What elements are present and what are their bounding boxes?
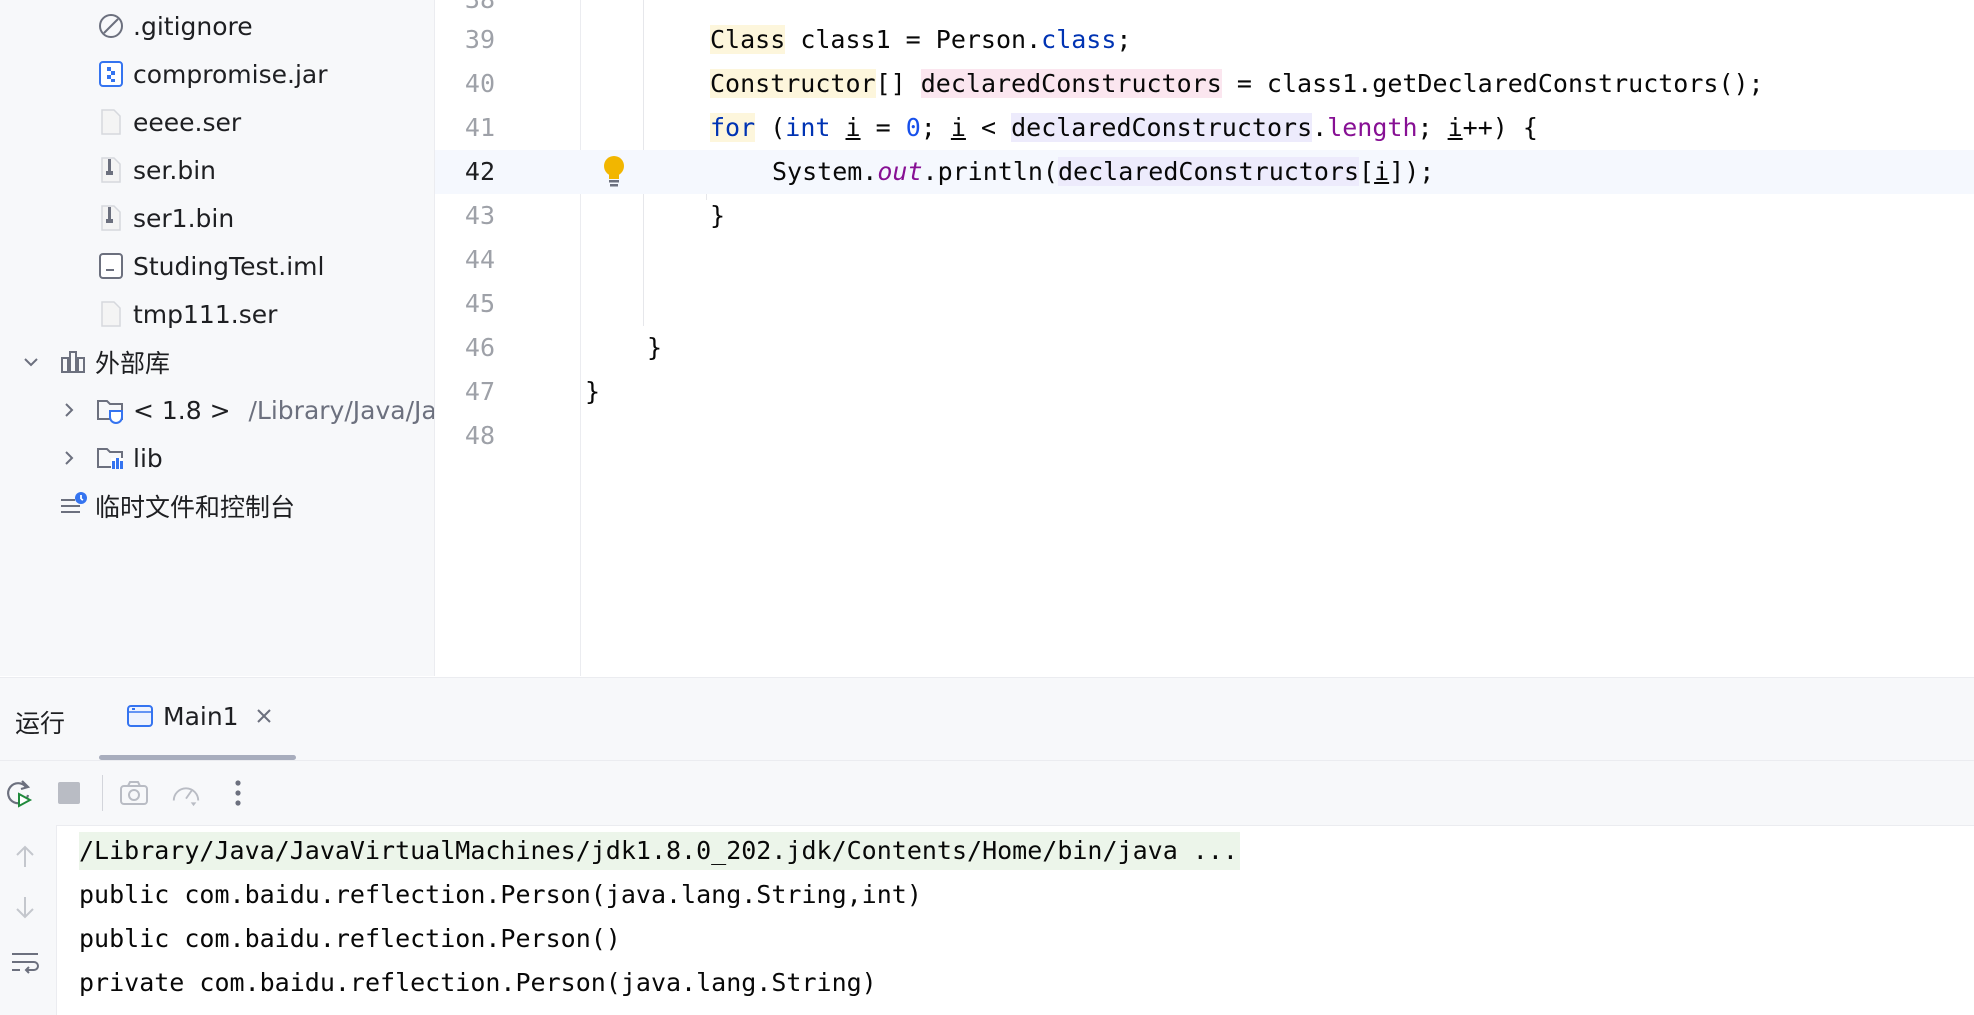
tree-item-compromise-jar[interactable]: compromise.jar bbox=[0, 50, 434, 98]
console-output-line: private com.baidu.reflection.Person(java… bbox=[79, 968, 877, 997]
chevron-down-icon[interactable] bbox=[20, 351, 42, 373]
chevron-right-icon[interactable] bbox=[58, 447, 80, 469]
rerun-icon[interactable] bbox=[2, 777, 34, 809]
tree-item-ser-bin[interactable]: ser.bin bbox=[0, 146, 434, 194]
run-toolbar bbox=[0, 760, 1974, 826]
tree-item-label: lib bbox=[133, 443, 163, 473]
line-number: 45 bbox=[464, 289, 495, 318]
jar-file-icon bbox=[96, 59, 126, 89]
code-line-current: 42 System.out.println(declaredConstructo… bbox=[435, 150, 1974, 194]
code-line: 43 } bbox=[435, 194, 1974, 238]
tree-item-ser1-bin[interactable]: ser1.bin bbox=[0, 194, 434, 242]
application-window-icon bbox=[126, 702, 154, 734]
tree-item-scratches[interactable]: 临时文件和控制台 bbox=[0, 482, 434, 530]
code-line: 39 Class class1 = Person.class; bbox=[435, 18, 1974, 62]
run-tab-bar: 运行 Main1 bbox=[0, 678, 1974, 760]
close-icon[interactable] bbox=[254, 706, 274, 730]
line-number: 46 bbox=[464, 333, 495, 362]
run-side-toolbar bbox=[0, 825, 57, 1015]
tree-item-gitignore[interactable]: .gitignore bbox=[0, 2, 434, 50]
tree-item-label: 外部库 bbox=[95, 349, 171, 378]
tab-label: Main1 bbox=[163, 702, 239, 731]
code-line: 40 Constructor[] declaredConstructors = … bbox=[435, 62, 1974, 106]
tree-item-label: ser.bin bbox=[133, 155, 216, 185]
more-icon[interactable] bbox=[222, 777, 254, 809]
code-line: 41 for (int i = 0; i < declaredConstruct… bbox=[435, 106, 1974, 150]
ignore-file-icon bbox=[96, 11, 126, 41]
console-command-line[interactable]: /Library/Java/JavaVirtualMachines/jdk1.8… bbox=[79, 832, 1240, 870]
line-number: 44 bbox=[464, 245, 495, 274]
binary-file-icon bbox=[96, 203, 126, 233]
code-text: System.out.println(declaredConstructors[… bbox=[772, 157, 1435, 186]
tree-item-external-libraries[interactable]: 外部库 bbox=[0, 338, 434, 386]
toolbar-separator bbox=[102, 775, 103, 811]
tree-item-label: ser1.bin bbox=[133, 203, 235, 233]
stop-icon[interactable] bbox=[53, 777, 85, 809]
tree-item-label: tmp111.ser bbox=[133, 299, 278, 329]
scratches-icon bbox=[58, 491, 88, 521]
line-number: 39 bbox=[464, 25, 495, 54]
code-text: Class class1 = Person.class; bbox=[710, 25, 1132, 54]
code-editor[interactable]: 38 39 Class class1 = Person.class; 40 Co… bbox=[435, 0, 1974, 676]
iml-file-icon bbox=[96, 251, 126, 281]
code-text: Constructor[] declaredConstructors = cla… bbox=[710, 69, 1764, 98]
code-line: 47 } bbox=[435, 370, 1974, 414]
code-line: 46 } bbox=[435, 326, 1974, 370]
code-text: } bbox=[710, 201, 726, 230]
scroll-up-icon[interactable] bbox=[10, 841, 40, 871]
line-number: 47 bbox=[464, 377, 495, 406]
tree-item-eeee-ser[interactable]: eeee.ser bbox=[0, 98, 434, 146]
line-number: 40 bbox=[464, 69, 495, 98]
line-number: 42 bbox=[464, 157, 495, 186]
profiler-icon[interactable] bbox=[170, 777, 202, 809]
soft-wrap-icon[interactable] bbox=[10, 947, 40, 977]
binary-file-icon bbox=[96, 155, 126, 185]
tree-item-studingtest-iml[interactable]: StudingTest.iml bbox=[0, 242, 434, 290]
tree-item-label: StudingTest.iml bbox=[133, 251, 325, 281]
code-text: for (int i = 0; i < declaredConstructors… bbox=[710, 113, 1538, 142]
project-tree: .gitignore compromise.jar eeee.ser ser.b… bbox=[0, 0, 435, 676]
run-panel: 运行 Main1 /Library/Java/JavaVirtualMachin… bbox=[0, 677, 1974, 1015]
tree-item-sublabel: /Library/Java/JavaVirtualMachines/jdk1.8… bbox=[248, 395, 435, 425]
scroll-down-icon[interactable] bbox=[10, 893, 40, 923]
tree-item-label: eeee.ser bbox=[133, 107, 242, 137]
code-text: } bbox=[585, 377, 601, 406]
library-icon bbox=[58, 347, 88, 377]
line-number: 48 bbox=[464, 421, 495, 450]
run-panel-title: 运行 bbox=[15, 709, 66, 738]
tree-item-jdk[interactable]: < 1.8 > /Library/Java/JavaVirtualMachine… bbox=[0, 386, 434, 434]
tree-item-label: compromise.jar bbox=[133, 59, 328, 89]
code-line: 44 bbox=[435, 238, 1974, 282]
code-text: } bbox=[647, 333, 663, 362]
console-output-line: public com.baidu.reflection.Person(java.… bbox=[79, 880, 922, 909]
tree-item-label: < 1.8 > bbox=[133, 395, 231, 425]
file-icon bbox=[96, 299, 126, 329]
file-icon bbox=[96, 107, 126, 137]
tree-item-label: 临时文件和控制台 bbox=[95, 493, 296, 522]
tree-item-tmp111-ser[interactable]: tmp111.ser bbox=[0, 290, 434, 338]
console-output-line: public com.baidu.reflection.Person() bbox=[79, 924, 621, 953]
screenshot-icon[interactable] bbox=[118, 777, 150, 809]
line-number: 43 bbox=[464, 201, 495, 230]
tree-item-lib[interactable]: lib bbox=[0, 434, 434, 482]
lib-folder-icon bbox=[96, 443, 126, 473]
chevron-right-icon[interactable] bbox=[58, 399, 80, 421]
tree-item-label: .gitignore bbox=[133, 11, 253, 41]
jdk-icon bbox=[96, 395, 126, 425]
code-line: 48 bbox=[435, 414, 1974, 458]
line-number: 41 bbox=[464, 113, 495, 142]
code-line: 45 bbox=[435, 282, 1974, 326]
lightbulb-icon[interactable] bbox=[601, 154, 627, 188]
